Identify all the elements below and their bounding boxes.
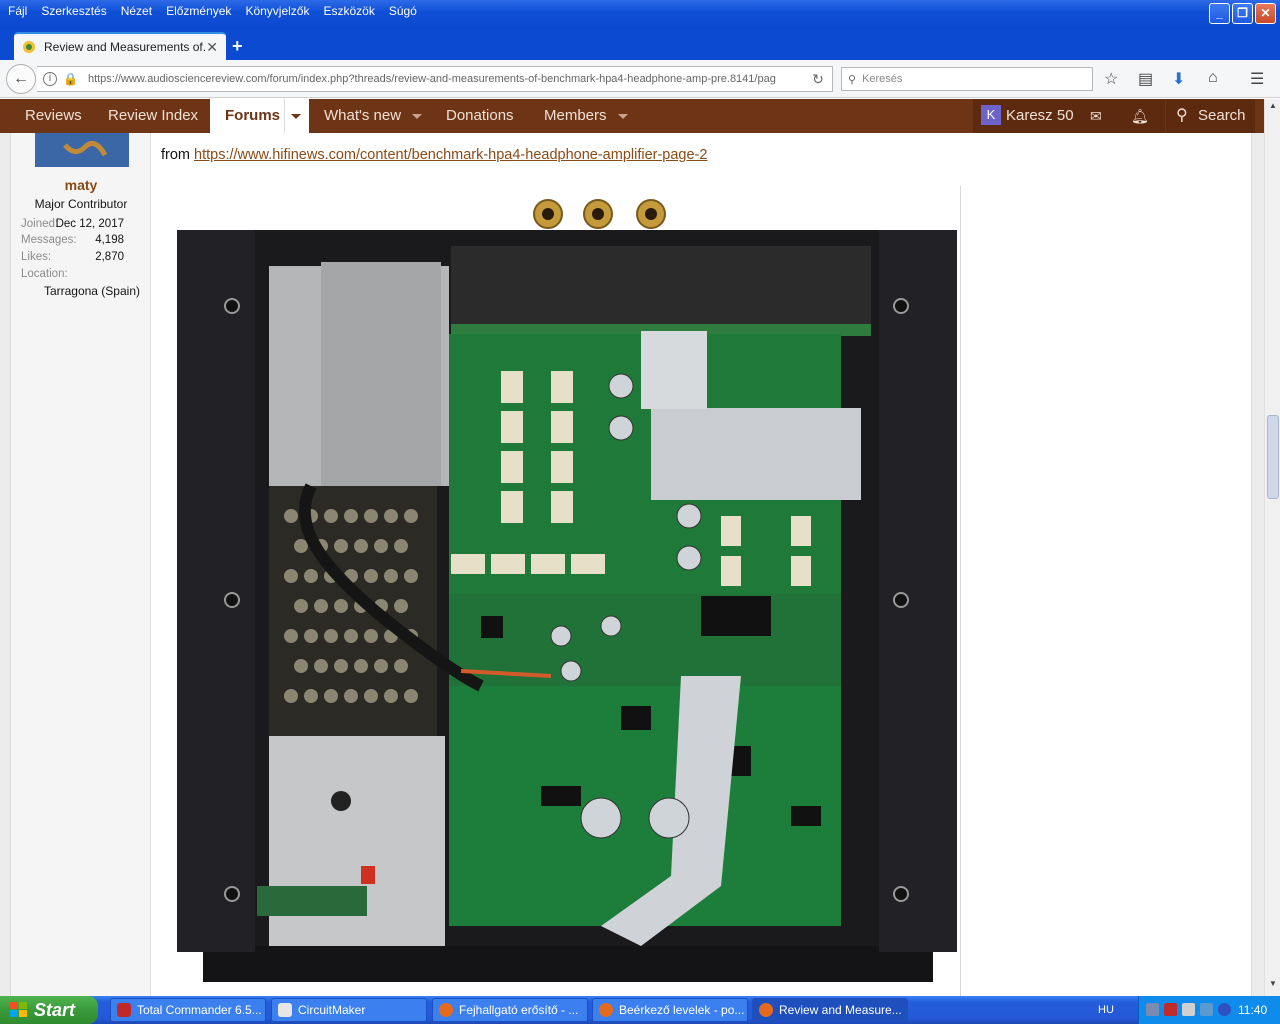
chevron-down-icon[interactable] xyxy=(291,114,301,119)
from-prefix: from xyxy=(161,147,190,163)
lock-icon[interactable]: 🔒 xyxy=(63,72,78,86)
likes-value: 2,870 xyxy=(95,251,124,263)
avatar[interactable] xyxy=(35,133,129,167)
taskbar-item-circuitmaker[interactable]: CircuitMaker xyxy=(271,998,427,1022)
menu-bar: Fájl Szerkesztés Nézet Előzmények Könyvj… xyxy=(0,2,424,20)
download-icon[interactable]: ⬇ xyxy=(1172,69,1185,89)
forum-header-nav: Reviews Review Index Forums What's new D… xyxy=(0,99,1268,133)
info-icon[interactable]: i xyxy=(43,72,57,86)
url-text[interactable]: https://www.audiosciencereview.com/forum… xyxy=(88,73,804,85)
search-placeholder: Keresés xyxy=(862,73,903,85)
location-label: Location: xyxy=(21,268,68,280)
tray-app-icon[interactable] xyxy=(1200,1003,1213,1016)
taskbar-item-label: Total Commander 6.5... xyxy=(137,1003,262,1017)
new-tab-button[interactable]: + xyxy=(232,36,243,57)
minimize-button[interactable]: _ xyxy=(1209,3,1230,24)
start-label: Start xyxy=(34,1000,76,1020)
window-title-bar: Fájl Szerkesztés Nézet Előzmények Könyvj… xyxy=(0,0,1280,30)
joined-label: Joined: xyxy=(21,218,59,230)
tab-title: Review and Measurements of... xyxy=(44,40,207,54)
taskbar-item-firefox-1[interactable]: Fejhallgató erősítő - ... xyxy=(432,998,588,1022)
menu-history[interactable]: Előzmények xyxy=(159,2,238,20)
post-image[interactable] xyxy=(161,186,961,996)
close-tab-icon[interactable]: ✕ xyxy=(206,39,218,56)
firefox-icon xyxy=(599,1003,613,1017)
browser-tab[interactable]: Review and Measurements of... ✕ xyxy=(14,32,226,60)
messages-value: 4,198 xyxy=(95,234,124,246)
nav-forums[interactable]: Forums xyxy=(210,99,309,133)
scrollbar-thumb[interactable] xyxy=(1267,415,1279,499)
chevron-down-icon[interactable] xyxy=(618,114,628,119)
taskbar-item-firefox-2[interactable]: Beérkező levelek - po... xyxy=(592,998,748,1022)
taskbar-item-label: Review and Measure... xyxy=(779,1003,902,1017)
taskbar: Start Total Commander 6.5... CircuitMake… xyxy=(0,996,1280,1024)
scroll-up-icon[interactable]: ▲ xyxy=(1267,101,1279,113)
menu-edit[interactable]: Szerkesztés xyxy=(34,2,113,20)
search-icon[interactable]: ⚲ xyxy=(1176,99,1188,133)
menu-bookmarks[interactable]: Könyvjelzők xyxy=(238,2,316,20)
nav-review-index[interactable]: Review Index xyxy=(108,99,198,133)
search-box[interactable]: ⚲ Keresés xyxy=(841,67,1093,91)
circuitmaker-icon xyxy=(278,1003,292,1017)
volume-icon[interactable] xyxy=(1182,1003,1195,1016)
joined-value: Dec 12, 2017 xyxy=(55,218,124,230)
taskbar-item-label: CircuitMaker xyxy=(298,1003,366,1017)
reading-list-icon[interactable]: ▤ xyxy=(1138,69,1153,89)
tab-strip: Review and Measurements of... ✕ + xyxy=(0,30,1280,60)
nav-donations[interactable]: Donations xyxy=(446,99,514,133)
menu-tools[interactable]: Eszközök xyxy=(316,2,381,20)
menu-view[interactable]: Nézet xyxy=(114,2,159,20)
reload-icon[interactable]: ↻ xyxy=(804,71,832,88)
nav-whats-new[interactable]: What's new xyxy=(324,99,401,133)
clock[interactable]: 11:40 xyxy=(1238,996,1267,1024)
likes-label: Likes: xyxy=(21,251,52,263)
taskbar-item-firefox-active[interactable]: Review and Measure... xyxy=(752,998,908,1022)
user-avatar[interactable]: K xyxy=(981,105,1001,125)
firefox-icon xyxy=(439,1003,453,1017)
messages-label: Messages: xyxy=(21,234,77,246)
taskbar-item-total-commander[interactable]: Total Commander 6.5... xyxy=(110,998,266,1022)
network-icon[interactable] xyxy=(1146,1003,1159,1016)
bluetooth-icon[interactable] xyxy=(1218,1003,1231,1016)
avatar-image xyxy=(35,133,129,167)
menu-file[interactable]: Fájl xyxy=(0,2,34,20)
author-title: Major Contributor xyxy=(34,197,128,211)
bookmark-star-icon[interactable]: ☆ xyxy=(1104,69,1118,89)
user-name[interactable]: Karesz 50 xyxy=(1006,99,1074,133)
source-link[interactable]: https://www.hifinews.com/content/benchma… xyxy=(194,147,707,163)
taskbar-item-label: Beérkező levelek - po... xyxy=(619,1003,745,1017)
navigation-bar: ← i 🔒 https://www.audiosciencereview.com… xyxy=(0,60,1280,98)
home-icon[interactable]: ⌂ xyxy=(1208,69,1218,87)
nav-reviews[interactable]: Reviews xyxy=(25,99,82,133)
menu-help[interactable]: Súgó xyxy=(382,2,424,20)
bell-icon[interactable]: 🔔︎ xyxy=(1131,99,1149,133)
vertical-scrollbar[interactable]: ▲ ▼ xyxy=(1264,99,1280,996)
favicon-icon xyxy=(23,41,35,53)
antivirus-icon[interactable] xyxy=(1164,1003,1177,1016)
location-value: Tarragona (Spain) xyxy=(43,284,140,298)
close-window-button[interactable]: ✕ xyxy=(1255,3,1276,24)
back-button[interactable]: ← xyxy=(6,64,36,94)
language-indicator[interactable]: HU xyxy=(1098,996,1114,1024)
address-bar[interactable]: i 🔒 https://www.audiosciencereview.com/f… xyxy=(37,66,833,92)
hamburger-menu-icon[interactable]: ☰ xyxy=(1250,69,1264,89)
author-name[interactable]: maty xyxy=(11,177,151,193)
page-content: maty Major Contributor Joined: Dec 12, 2… xyxy=(0,133,1264,996)
firefox-icon xyxy=(759,1003,773,1017)
windows-logo-icon xyxy=(10,1002,27,1017)
taskbar-item-label: Fejhallgató erősítő - ... xyxy=(459,1003,579,1017)
amplifier-interior-photo xyxy=(161,186,960,996)
nav-members[interactable]: Members xyxy=(544,99,607,133)
total-commander-icon xyxy=(117,1003,131,1017)
nav-forums-label: Forums xyxy=(225,107,281,124)
forum-search-label[interactable]: Search xyxy=(1198,99,1246,133)
search-icon: ⚲ xyxy=(848,73,857,86)
post-text: from https://www.hifinews.com/content/be… xyxy=(161,147,707,163)
inbox-icon[interactable]: ✉ xyxy=(1090,99,1102,133)
chevron-down-icon[interactable] xyxy=(412,114,422,119)
scroll-down-icon[interactable]: ▼ xyxy=(1267,979,1279,991)
restore-button[interactable]: ❐ xyxy=(1232,3,1253,24)
